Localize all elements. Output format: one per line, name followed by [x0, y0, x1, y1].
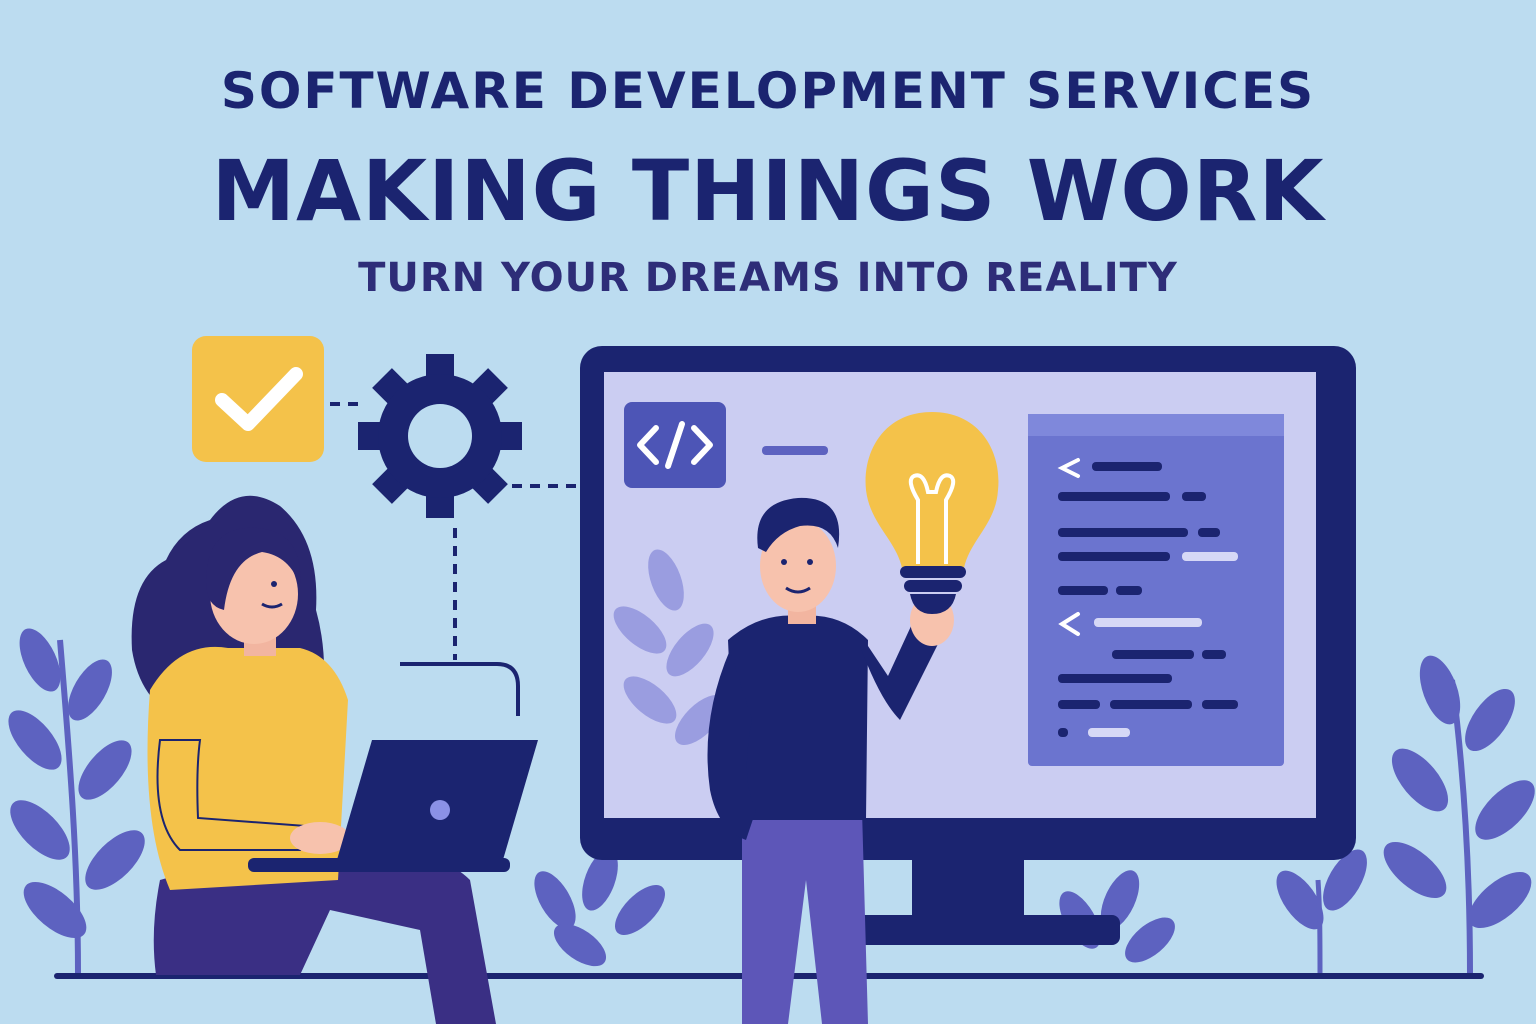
plant-left — [8, 628, 145, 976]
screen-dash — [762, 446, 828, 455]
code-panel — [1028, 414, 1284, 766]
illustration — [8, 336, 1535, 1024]
code-brackets-icon — [624, 402, 726, 488]
checkmark-icon — [192, 336, 324, 462]
gear-icon — [358, 354, 522, 518]
